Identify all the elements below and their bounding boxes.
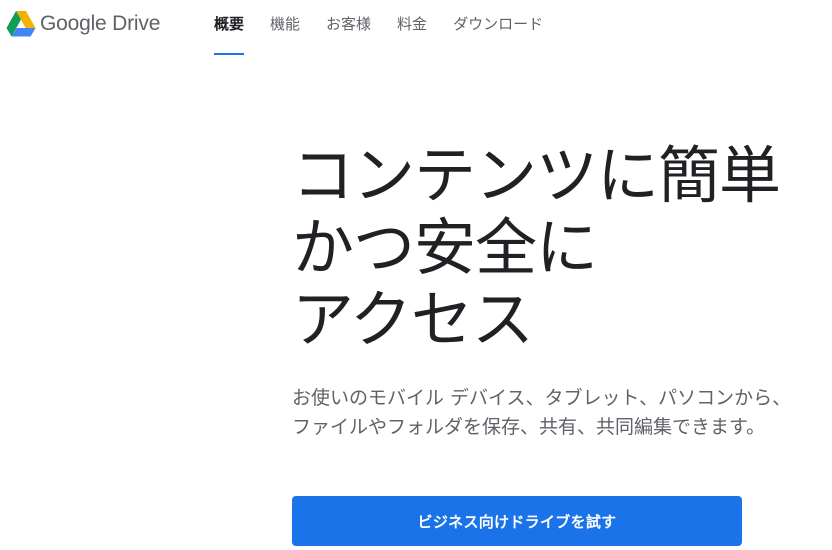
nav-item-overview[interactable]: 概要	[214, 0, 245, 56]
brand-product-text: Drive	[112, 12, 161, 35]
site-header: Google Drive 概要 機能 お客様 料金 ダウンロード	[0, 0, 832, 56]
hero-description: お使いのモバイル デバイス、タブレット、パソコンから、ファイルやフォルダを保存、…	[292, 387, 792, 438]
google-drive-logo-icon	[6, 11, 36, 37]
hero-title-line-1: コンテンツに簡単	[292, 139, 781, 212]
brand-google-text: Google	[40, 12, 107, 35]
main-nav: 概要 機能 お客様 料金 ダウンロード	[214, 0, 569, 56]
hero-title-line-2: かつ安全に	[292, 211, 598, 284]
try-drive-for-business-button[interactable]: ビジネス向けドライブを試す	[292, 496, 742, 546]
hero-title-line-3: アクセス	[292, 283, 534, 356]
hero-section: コンテンツに簡単 かつ安全に アクセス お使いのモバイル デバイス、タブレット、…	[292, 140, 812, 442]
hero-title: コンテンツに簡単 かつ安全に アクセス	[292, 140, 812, 356]
nav-item-download[interactable]: ダウンロード	[453, 0, 543, 56]
nav-item-pricing[interactable]: 料金	[397, 0, 427, 56]
nav-item-features[interactable]: 機能	[270, 0, 300, 56]
nav-item-customers[interactable]: お客様	[326, 0, 371, 56]
page: Google Drive 概要 機能 お客様 料金 ダウンロード コンテンツに簡…	[0, 0, 832, 550]
google-drive-brand-link[interactable]: Google Drive	[6, 8, 160, 40]
brand-wordmark: Google Drive	[40, 12, 160, 36]
